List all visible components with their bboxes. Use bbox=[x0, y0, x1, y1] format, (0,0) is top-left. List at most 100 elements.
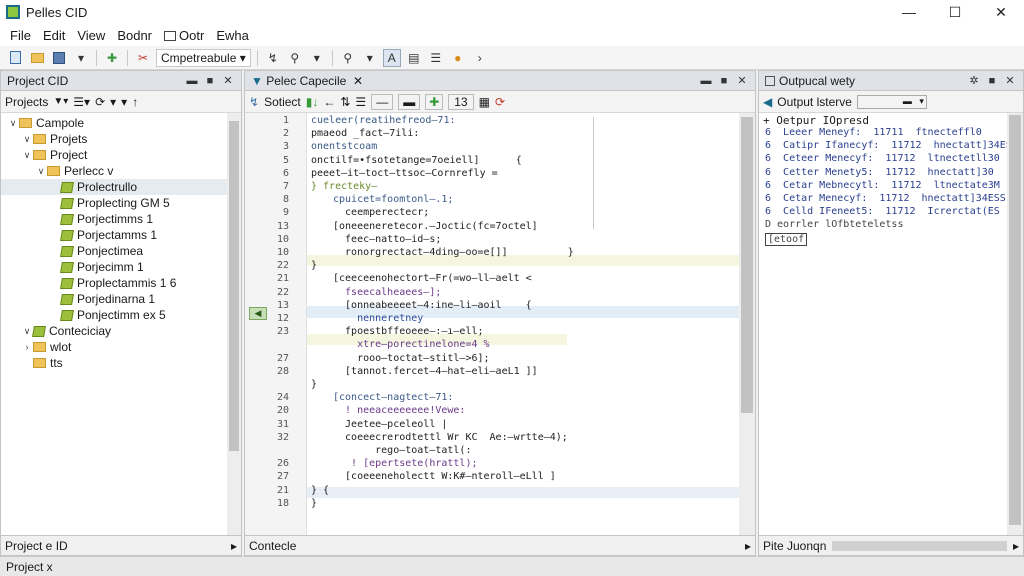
close-icon[interactable]: ✕ bbox=[1003, 74, 1017, 87]
vertical-scrollbar[interactable] bbox=[1007, 113, 1023, 535]
scroll-thumb[interactable] bbox=[229, 121, 239, 451]
tree-item[interactable]: Proplectammis 1 6 bbox=[1, 275, 241, 291]
target-select[interactable]: Cmpetreabule ▾ bbox=[156, 48, 251, 67]
image-icon[interactable]: ▤ bbox=[405, 49, 423, 67]
output-line[interactable]: 6 Leeer Meneyf: 11711 ftnecteffl0 bbox=[765, 127, 982, 138]
expand-arrow-icon[interactable]: ∨ bbox=[35, 166, 47, 177]
tree-item[interactable]: Ponjectimm ex 5 bbox=[1, 307, 241, 323]
output-line[interactable]: D eorrler lOfbteteletss bbox=[765, 219, 903, 230]
filter-icon[interactable]: ▼▾ bbox=[53, 96, 68, 107]
list-view-icon[interactable]: ☰▾ bbox=[73, 95, 90, 109]
vertical-scrollbar[interactable] bbox=[227, 113, 241, 535]
menu-ootr[interactable]: Ootr bbox=[158, 28, 210, 43]
projects-select[interactable]: Projects bbox=[5, 95, 48, 109]
output-line[interactable]: [etoof bbox=[765, 232, 808, 246]
build-icon[interactable]: ▮↓ bbox=[306, 95, 319, 109]
output-line[interactable]: 6 Cetter Menety5: 11712 hnectatt]30 bbox=[765, 167, 994, 178]
close-button[interactable]: ✕ bbox=[978, 0, 1024, 24]
panel-menu-icon[interactable]: ▬ bbox=[699, 75, 713, 87]
close-icon[interactable]: ✕ bbox=[735, 74, 749, 87]
help-icon[interactable]: ● bbox=[449, 49, 467, 67]
pin-icon[interactable]: ■ bbox=[985, 75, 999, 87]
back-icon[interactable]: ← bbox=[323, 95, 335, 109]
expand-arrow-icon[interactable]: ∨ bbox=[21, 134, 33, 145]
tree-item[interactable]: › wlot bbox=[1, 339, 241, 355]
debug-icon[interactable]: ⚲ bbox=[286, 49, 304, 67]
tree-item[interactable]: ∨ Perlecc v bbox=[1, 163, 241, 179]
open-folder-icon[interactable] bbox=[28, 49, 46, 67]
settings-icon[interactable]: ✲ bbox=[967, 74, 981, 87]
expand-icon[interactable]: ▬ bbox=[398, 93, 421, 110]
horizontal-scrollbar[interactable] bbox=[832, 540, 1007, 551]
maximize-button[interactable]: ☐ bbox=[932, 0, 978, 24]
scope-select[interactable]: Sotiect bbox=[264, 95, 301, 109]
scroll-right-icon[interactable]: ▸ bbox=[745, 539, 751, 553]
expand-arrow-icon[interactable]: ∨ bbox=[7, 118, 19, 129]
expand-arrow-icon[interactable]: › bbox=[21, 342, 33, 352]
output-dropdown[interactable]: ▬ ▾ bbox=[856, 94, 927, 109]
expand-arrow-icon[interactable]: ∨ bbox=[21, 150, 33, 161]
output-line[interactable]: 6 Cetar Menecyf: 11712 hnectatt]34ESS bbox=[765, 193, 1006, 204]
output-line[interactable]: 6 Catipr Ifanecyf: 11712 hnectatt]34ESS bbox=[765, 140, 1018, 151]
format-icon[interactable]: A bbox=[382, 48, 401, 67]
sort-lines-icon[interactable]: ⇅ bbox=[340, 95, 350, 109]
save-icon[interactable] bbox=[50, 49, 68, 67]
dropdown-chevron-icon[interactable]: ▾ bbox=[121, 95, 127, 109]
expand-arrow-icon[interactable]: ∨ bbox=[21, 326, 33, 337]
code-area[interactable] bbox=[307, 113, 739, 535]
tree-item[interactable]: Porjedinarna 1 bbox=[1, 291, 241, 307]
output-arrow-icon[interactable]: ◀ bbox=[763, 95, 772, 109]
menu-ewha[interactable]: Ewha bbox=[210, 28, 255, 43]
grid-icon[interactable]: ▦ bbox=[479, 95, 490, 109]
dropdown-chevron-icon[interactable]: ▾ bbox=[308, 49, 326, 67]
breakpoint-icon[interactable]: ◀ bbox=[249, 307, 267, 320]
tree-item[interactable]: ∨ Projets bbox=[1, 131, 241, 147]
tree-item[interactable]: Porjectimms 1 bbox=[1, 211, 241, 227]
step-icon[interactable]: ↯ bbox=[264, 49, 282, 67]
add-icon[interactable]: ✚ bbox=[425, 93, 444, 110]
up-icon[interactable]: ↑ bbox=[132, 95, 138, 109]
dropdown-chevron-icon[interactable]: ▾ bbox=[110, 95, 116, 109]
refresh-icon[interactable]: ⟳ bbox=[95, 95, 105, 109]
scroll-right-icon[interactable]: ▸ bbox=[231, 539, 237, 553]
list-icon[interactable]: ☰ bbox=[355, 95, 366, 109]
tree-item[interactable]: Ponjectimea bbox=[1, 243, 241, 259]
menu-file[interactable]: File bbox=[4, 28, 37, 43]
new-file-icon[interactable] bbox=[6, 49, 24, 67]
tree-item[interactable]: Porjectamms 1 bbox=[1, 227, 241, 243]
refresh-icon[interactable]: ⟳ bbox=[495, 95, 505, 109]
minimize-button[interactable]: — bbox=[886, 0, 932, 24]
scroll-thumb[interactable] bbox=[1009, 115, 1021, 525]
menu-bodnr[interactable]: Bodnr bbox=[111, 28, 158, 43]
scroll-right-icon[interactable]: ▸ bbox=[1013, 539, 1019, 553]
tree-item[interactable]: Porjecimm 1 bbox=[1, 259, 241, 275]
menu-view[interactable]: View bbox=[71, 28, 111, 43]
tree-item[interactable]: ∨ Campole bbox=[1, 115, 241, 131]
panel-menu-icon[interactable]: ▬ bbox=[185, 75, 199, 87]
close-icon[interactable]: ✕ bbox=[221, 74, 235, 87]
tree-item[interactable]: Proplecting GM 5 bbox=[1, 195, 241, 211]
tree-item[interactable]: tts bbox=[1, 355, 241, 371]
tree-item[interactable]: ∨ Conteciciay bbox=[1, 323, 241, 339]
dropdown-chevron-icon[interactable]: ▾ bbox=[361, 49, 379, 67]
pin-icon[interactable]: ■ bbox=[717, 75, 731, 87]
dropdown-chevron-icon[interactable]: ▾ bbox=[72, 49, 90, 67]
output-line[interactable]: 6 Cetar Mebnecytl: 11712 ltnectate3M bbox=[765, 180, 1000, 191]
output-select[interactable]: Output lsterve bbox=[777, 95, 852, 109]
tree-item[interactable]: Prolectrullo bbox=[1, 179, 241, 195]
build-icon[interactable]: ✚ bbox=[103, 49, 121, 67]
list-icon[interactable]: ☰ bbox=[427, 49, 445, 67]
menu-edit[interactable]: Edit bbox=[37, 28, 71, 43]
scroll-thumb[interactable] bbox=[741, 117, 753, 413]
vertical-scrollbar[interactable] bbox=[739, 113, 755, 535]
output-line[interactable]: 6 Celld IFeneet5: 11712 Icrerctat(ES bbox=[765, 206, 1000, 217]
output-line[interactable]: 6 Ceteer Menecyf: 11712 ltnectetll30 bbox=[765, 153, 1000, 164]
cut-icon[interactable]: ✂ bbox=[134, 49, 152, 67]
editor-tab[interactable]: ▼ Pelec Capecile ✕ bbox=[251, 74, 695, 88]
tree-item[interactable]: ∨ Project bbox=[1, 147, 241, 163]
find-icon[interactable]: ⚲ bbox=[339, 49, 357, 67]
chevron-right-icon[interactable]: › bbox=[471, 49, 489, 67]
sort-icon[interactable]: ↯ bbox=[249, 95, 259, 109]
pin-icon[interactable]: ■ bbox=[203, 75, 217, 87]
collapse-icon[interactable]: — bbox=[371, 93, 394, 110]
